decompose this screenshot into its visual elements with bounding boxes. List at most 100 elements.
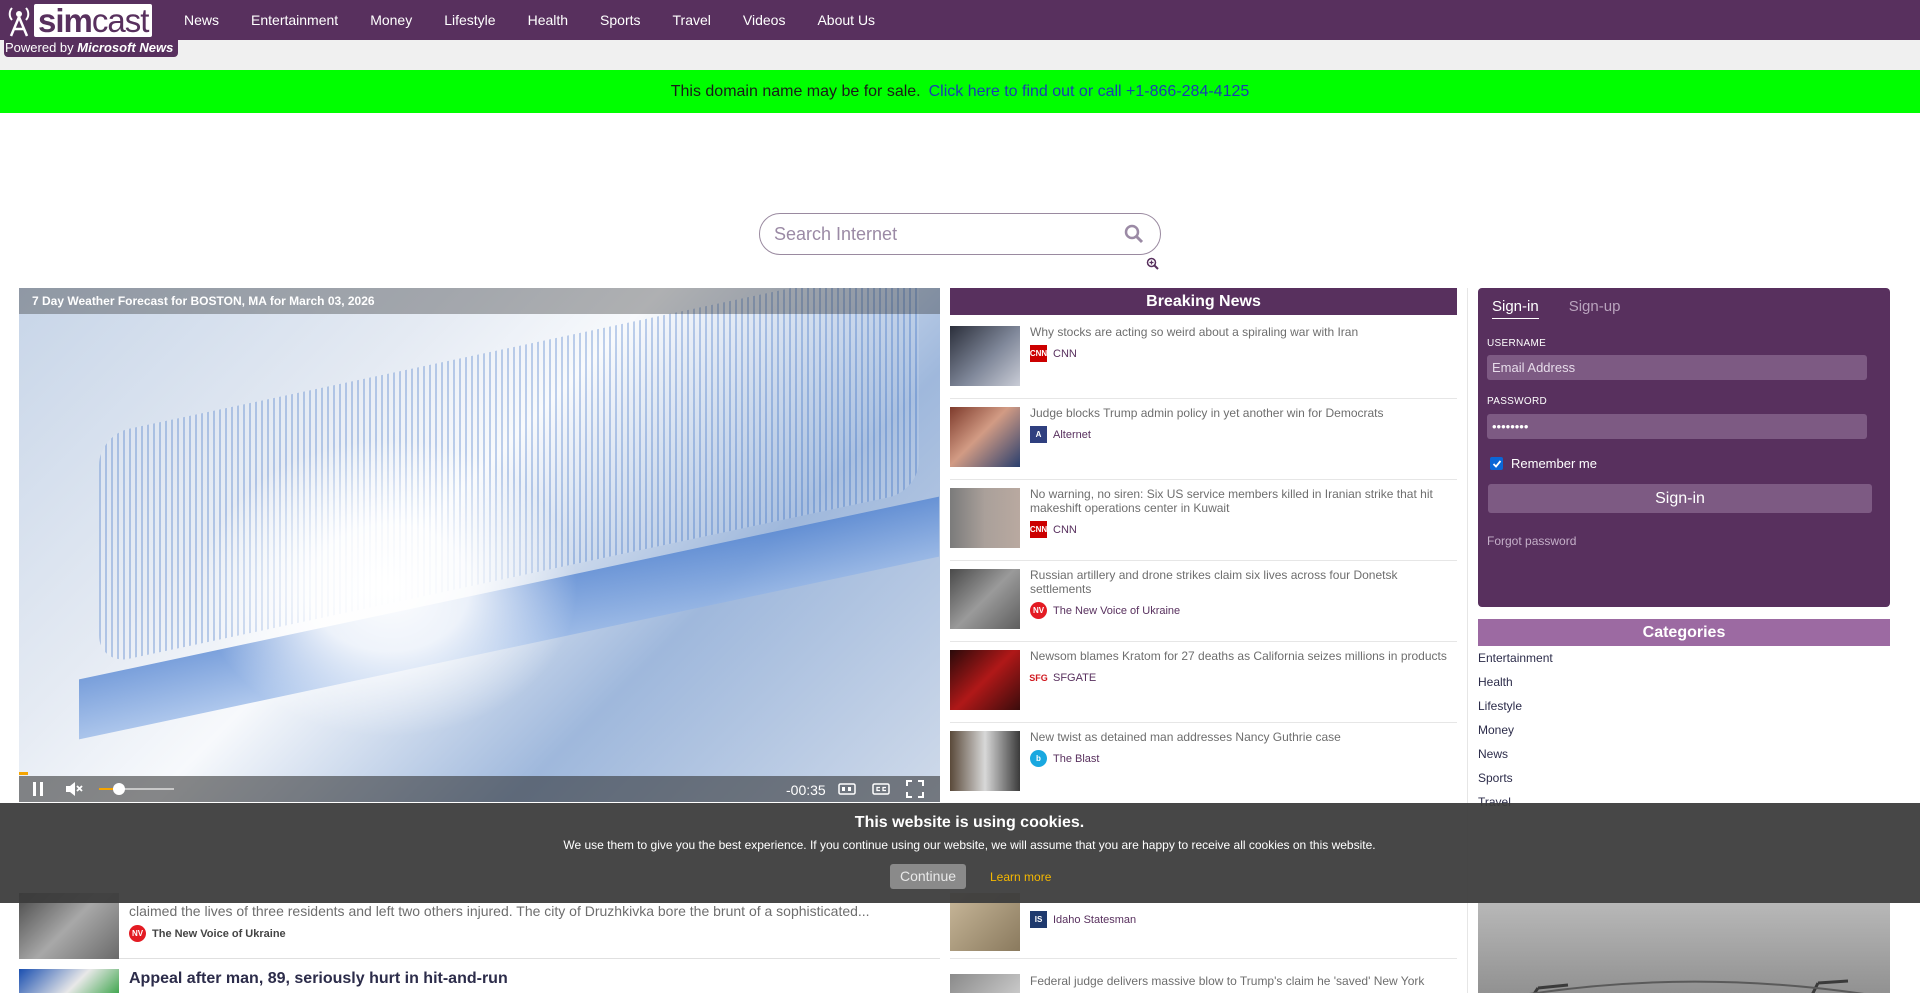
remember-me[interactable]: Remember me (1490, 456, 1597, 471)
news-title[interactable]: Judge blocks Trump admin policy in yet a… (1030, 406, 1455, 420)
nav-news[interactable]: News (184, 12, 219, 28)
remember-label: Remember me (1511, 456, 1597, 471)
news-item[interactable]: New twist as detained man addresses Nanc… (950, 723, 1457, 804)
category-entertainment[interactable]: Entertainment (1478, 651, 1553, 675)
cnn-icon: CNN (1030, 345, 1047, 362)
continue-button[interactable]: Continue (890, 864, 966, 889)
news-thumbnail[interactable] (950, 488, 1020, 548)
page: News Entertainment Money Lifestyle Healt… (0, 0, 1920, 993)
news-title[interactable]: Russian artillery and drone strikes clai… (1030, 568, 1455, 596)
news-title[interactable]: Federal judge delivers massive blow to T… (1030, 974, 1424, 988)
top-nav-bar: News Entertainment Money Lifestyle Healt… (0, 0, 1920, 40)
video-title: 7 Day Weather Forecast for BOSTON, MA fo… (19, 288, 940, 314)
news-source[interactable]: NV The New Voice of Ukraine (1030, 602, 1180, 619)
news-title[interactable]: Why stocks are acting so weird about a s… (1030, 325, 1455, 339)
news-source[interactable]: CNN CNN (1030, 345, 1077, 362)
category-health[interactable]: Health (1478, 675, 1553, 699)
news-item[interactable]: Federal judge delivers massive blow to T… (950, 969, 1457, 993)
sale-link[interactable]: Click here to find out or call +1-866-28… (929, 83, 1250, 101)
video-progress-bar[interactable] (19, 772, 940, 775)
cnn-icon: CNN (1030, 521, 1047, 538)
logo-text-bold: sim (38, 2, 93, 39)
alternet-icon: A (1030, 426, 1047, 443)
sfgate-icon: SFG (1029, 669, 1048, 686)
video-player[interactable]: 7 Day Weather Forecast for BOSTON, MA fo… (19, 288, 940, 802)
forgot-password-link[interactable]: Forgot password (1487, 534, 1576, 548)
news-item[interactable]: Appeal after man, 89, seriously hurt in … (19, 969, 940, 993)
cookie-banner: This website is using cookies. We use th… (0, 803, 1920, 903)
news-source-name: Idaho Statesman (1053, 913, 1137, 926)
news-description[interactable]: claimed the lives of three residents and… (129, 903, 929, 920)
nav-health[interactable]: Health (528, 12, 568, 28)
nav-lifestyle[interactable]: Lifestyle (444, 12, 495, 28)
video-controls: -00:35 (19, 776, 940, 802)
news-thumbnail[interactable] (950, 974, 1020, 993)
news-title[interactable]: New twist as detained man addresses Nanc… (1030, 730, 1455, 744)
tab-signup[interactable]: Sign-up (1569, 298, 1621, 319)
category-news[interactable]: News (1478, 747, 1553, 771)
email-field[interactable] (1487, 355, 1867, 380)
news-thumbnail[interactable] (950, 407, 1020, 467)
weather-image[interactable] (1478, 903, 1890, 993)
nav-travel[interactable]: Travel (673, 12, 711, 28)
news-source-name: The Blast (1053, 752, 1100, 765)
blast-icon: b (1030, 750, 1047, 767)
category-sports[interactable]: Sports (1478, 771, 1553, 795)
news-source-name: The New Voice of Ukraine (1053, 604, 1181, 617)
news-source[interactable]: IS Idaho Statesman (1030, 911, 1136, 928)
nav-entertainment[interactable]: Entertainment (251, 12, 338, 28)
category-lifestyle[interactable]: Lifestyle (1478, 699, 1553, 723)
signin-button[interactable]: Sign-in (1488, 484, 1872, 513)
news-item[interactable]: Why stocks are acting so weird about a s… (950, 318, 1457, 399)
search-icon[interactable] (1124, 224, 1144, 249)
news-source-name: CNN (1053, 347, 1077, 360)
breaking-news-header: Breaking News (950, 288, 1457, 315)
news-source[interactable]: b The Blast (1030, 750, 1099, 767)
news-item[interactable]: Judge blocks Trump admin policy in yet a… (950, 399, 1457, 480)
site-logo[interactable]: simcast Powered by Microsoft News (4, 2, 179, 57)
news-title[interactable]: Newsom blames Kratom for 27 deaths as Ca… (1030, 649, 1455, 663)
idaho-statesman-icon: IS (1030, 911, 1047, 928)
volume-slider[interactable] (99, 788, 174, 790)
news-source-name: SFGATE (1053, 671, 1097, 684)
header-spacer (0, 40, 1920, 70)
news-source[interactable]: CNN CNN (1030, 521, 1077, 538)
password-field[interactable]: •••••••• (1487, 414, 1867, 439)
news-thumbnail[interactable] (19, 969, 119, 993)
news-item[interactable]: No warning, no siren: Six US service mem… (950, 480, 1457, 561)
video-frame-glow (199, 438, 579, 738)
news-thumbnail[interactable] (950, 569, 1020, 629)
street-lamps-image (1529, 979, 1864, 993)
nav-videos[interactable]: Videos (743, 12, 786, 28)
quality-icon[interactable] (838, 780, 856, 802)
logo-wordmark: simcast (34, 2, 153, 39)
domain-sale-banner: This domain name may be for sale. Click … (0, 70, 1920, 113)
video-progress-fill (19, 772, 29, 775)
news-thumbnail[interactable] (950, 326, 1020, 386)
tab-signin[interactable]: Sign-in (1492, 298, 1539, 319)
nav-about-us[interactable]: About Us (817, 12, 875, 28)
category-money[interactable]: Money (1478, 723, 1553, 747)
news-headline[interactable]: Appeal after man, 89, seriously hurt in … (129, 970, 508, 988)
news-item[interactable]: Russian artillery and drone strikes clai… (950, 561, 1457, 642)
nav-sports[interactable]: Sports (600, 12, 640, 28)
pause-icon[interactable] (29, 780, 47, 802)
zoom-in-icon[interactable] (1146, 257, 1159, 275)
search-input[interactable] (774, 222, 1104, 246)
news-thumbnail[interactable] (950, 650, 1020, 710)
news-source[interactable]: NV The New Voice of Ukraine (129, 925, 286, 942)
news-title[interactable]: No warning, no siren: Six US service mem… (1030, 487, 1455, 515)
remember-checkbox[interactable] (1490, 457, 1503, 470)
fullscreen-icon[interactable] (906, 780, 924, 802)
mute-icon[interactable] (64, 780, 84, 802)
news-thumbnail[interactable] (950, 731, 1020, 791)
nav-money[interactable]: Money (370, 12, 412, 28)
news-item[interactable]: Newsom blames Kratom for 27 deaths as Ca… (950, 642, 1457, 723)
nv-icon: NV (1030, 602, 1047, 619)
powered-prefix: Powered by (5, 40, 78, 55)
captions-icon[interactable] (872, 780, 890, 802)
learn-more-link[interactable]: Learn more (990, 870, 1051, 884)
news-source[interactable]: A Alternet (1030, 426, 1091, 443)
volume-knob[interactable] (113, 783, 126, 795)
news-source[interactable]: SFG SFGATE (1029, 669, 1097, 686)
